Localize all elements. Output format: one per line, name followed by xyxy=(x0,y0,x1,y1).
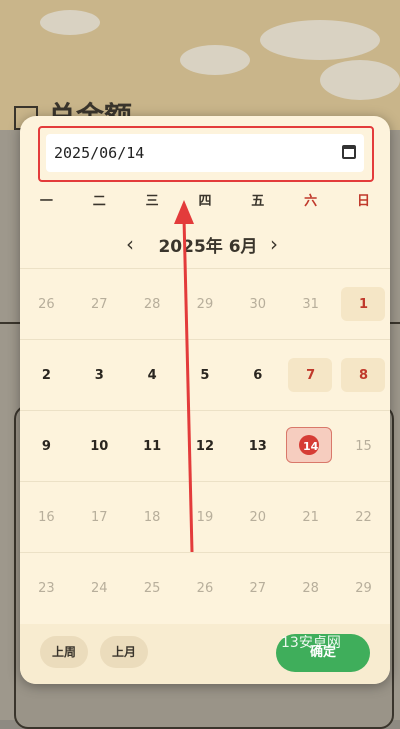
calendar-day-number: 8 xyxy=(358,367,368,383)
calendar-day-number: 12 xyxy=(195,438,214,454)
calendar-day[interactable]: 28 xyxy=(284,553,337,623)
calendar-day-number: 19 xyxy=(196,509,214,525)
weekday-label: 六 xyxy=(304,194,318,209)
calendar-day-number: 25 xyxy=(143,580,161,596)
calendar-day-number: 18 xyxy=(143,509,161,525)
weekday-label: 一 xyxy=(39,194,53,209)
calendar-day-number: 24 xyxy=(90,580,108,596)
calendar-day-number: 3 xyxy=(94,367,104,383)
calendar-day[interactable]: 19 xyxy=(179,482,232,552)
calendar-day[interactable]: 22 xyxy=(337,482,390,552)
calendar-week-row: 26 27 28 29 30 31 1 xyxy=(20,268,390,339)
calendar-day[interactable]: 29 xyxy=(179,269,232,339)
calendar-day[interactable]: 27 xyxy=(73,269,126,339)
next-month-chevron-icon[interactable]: › xyxy=(270,232,278,256)
calendar-day-number: 14 xyxy=(302,439,319,453)
prev-week-button[interactable]: 上周 xyxy=(40,636,89,668)
date-picker-dialog: 2025/06/14 一 二 三 四 五 六 日 ‹ 2025年 6月 › 26… xyxy=(20,116,390,684)
calendar-day-number: 17 xyxy=(90,509,108,525)
calendar-day[interactable]: 4 xyxy=(126,340,179,410)
calendar-week-row: 9 10 11 12 13 14 15 xyxy=(20,410,390,481)
weekday-label: 二 xyxy=(92,194,106,209)
calendar-day-number: 30 xyxy=(249,296,267,312)
calendar-day[interactable]: 29 xyxy=(337,553,390,623)
calendar-day[interactable]: 7 xyxy=(284,340,337,410)
calendar-day-number: 20 xyxy=(249,509,267,525)
calendar-day[interactable]: 30 xyxy=(231,269,284,339)
calendar-day[interactable]: 27 xyxy=(231,553,284,623)
calendar-day-number: 21 xyxy=(302,509,319,525)
calendar-day-number: 16 xyxy=(38,509,55,525)
calendar-day[interactable]: 16 xyxy=(20,482,73,552)
weekday-label: 日 xyxy=(356,194,370,209)
month-label: 2025年 6月 xyxy=(158,237,258,257)
month-navigation: ‹ 2025年 6月 › xyxy=(20,230,390,260)
calendar-day[interactable]: 15 xyxy=(337,411,390,481)
calendar-day[interactable]: 13 xyxy=(231,411,284,481)
calendar-day[interactable]: 1 xyxy=(337,269,390,339)
calendar-day[interactable]: 23 xyxy=(20,553,73,623)
calendar-day-number: 11 xyxy=(143,438,162,454)
calendar-day[interactable]: 26 xyxy=(20,269,73,339)
weekday-label: 五 xyxy=(251,194,265,209)
calendar-week-row: 23 24 25 26 27 28 29 xyxy=(20,552,390,623)
calendar-day-number: 28 xyxy=(302,580,319,596)
calendar-day[interactable]: 21 xyxy=(284,482,337,552)
calendar-day-number: 29 xyxy=(355,580,372,596)
calendar-grid: 26 27 28 29 30 31 1 2 3 4 5 6 7 8 9 10 11 12 13 14 15 16 17 18 1… xyxy=(20,268,390,623)
calendar-day-number: 9 xyxy=(41,438,51,454)
calendar-week-row: 2 3 4 5 6 7 8 xyxy=(20,339,390,410)
weekday-label: 三 xyxy=(145,194,159,209)
calendar-day-number: 4 xyxy=(147,367,157,383)
calendar-day[interactable]: 2 xyxy=(20,340,73,410)
weekday-label: 四 xyxy=(198,194,212,209)
calendar-day[interactable]: 10 xyxy=(73,411,126,481)
calendar-day-number: 22 xyxy=(355,509,372,525)
prev-month-button[interactable]: 上月 xyxy=(100,636,149,668)
calendar-day[interactable]: 18 xyxy=(126,482,179,552)
calendar-day[interactable]: 9 xyxy=(20,411,73,481)
calendar-day-number: 2 xyxy=(41,367,51,383)
calendar-day[interactable]: 31 xyxy=(284,269,337,339)
prev-month-chevron-icon[interactable]: ‹ xyxy=(126,232,134,256)
calendar-day-number: 26 xyxy=(196,580,214,596)
calendar-day[interactable]: 5 xyxy=(179,340,232,410)
calendar-day-number: 31 xyxy=(302,296,319,312)
calendar-day-number: 28 xyxy=(143,296,161,312)
calendar-day-number: 29 xyxy=(196,296,214,312)
calendar-day-number: 15 xyxy=(355,438,372,454)
calendar-day[interactable]: 17 xyxy=(73,482,126,552)
calendar-icon[interactable] xyxy=(342,145,356,159)
calendar-day[interactable]: 11 xyxy=(126,411,179,481)
calendar-day-number: 26 xyxy=(38,296,55,312)
calendar-day[interactable]: 3 xyxy=(73,340,126,410)
calendar-day-number: 27 xyxy=(249,580,267,596)
calendar-day-selected[interactable]: 14 xyxy=(284,411,337,481)
date-input-highlight: 2025/06/14 xyxy=(38,126,374,182)
calendar-day[interactable]: 25 xyxy=(126,553,179,623)
calendar-day[interactable]: 12 xyxy=(179,411,232,481)
calendar-day-number: 13 xyxy=(248,438,267,454)
calendar-day-number: 6 xyxy=(253,367,263,383)
calendar-day-number: 5 xyxy=(200,367,210,383)
calendar-day[interactable]: 8 xyxy=(337,340,390,410)
calendar-day-number: 7 xyxy=(306,367,316,383)
calendar-day-number: 27 xyxy=(90,296,108,312)
calendar-week-row: 16 17 18 19 20 21 22 xyxy=(20,481,390,552)
watermark-text: 13安卓网 xyxy=(281,635,341,651)
weekday-header: 一 二 三 四 五 六 日 xyxy=(20,190,390,214)
calendar-day[interactable]: 6 xyxy=(231,340,284,410)
calendar-day-number: 10 xyxy=(90,438,109,454)
calendar-day-number: 1 xyxy=(358,296,368,312)
calendar-day[interactable]: 28 xyxy=(126,269,179,339)
calendar-day[interactable]: 24 xyxy=(73,553,126,623)
calendar-day[interactable]: 26 xyxy=(179,553,232,623)
calendar-day[interactable]: 20 xyxy=(231,482,284,552)
date-input-value: 2025/06/14 xyxy=(54,144,145,162)
date-input-field[interactable]: 2025/06/14 xyxy=(46,134,364,172)
calendar-day-number: 23 xyxy=(38,580,55,596)
